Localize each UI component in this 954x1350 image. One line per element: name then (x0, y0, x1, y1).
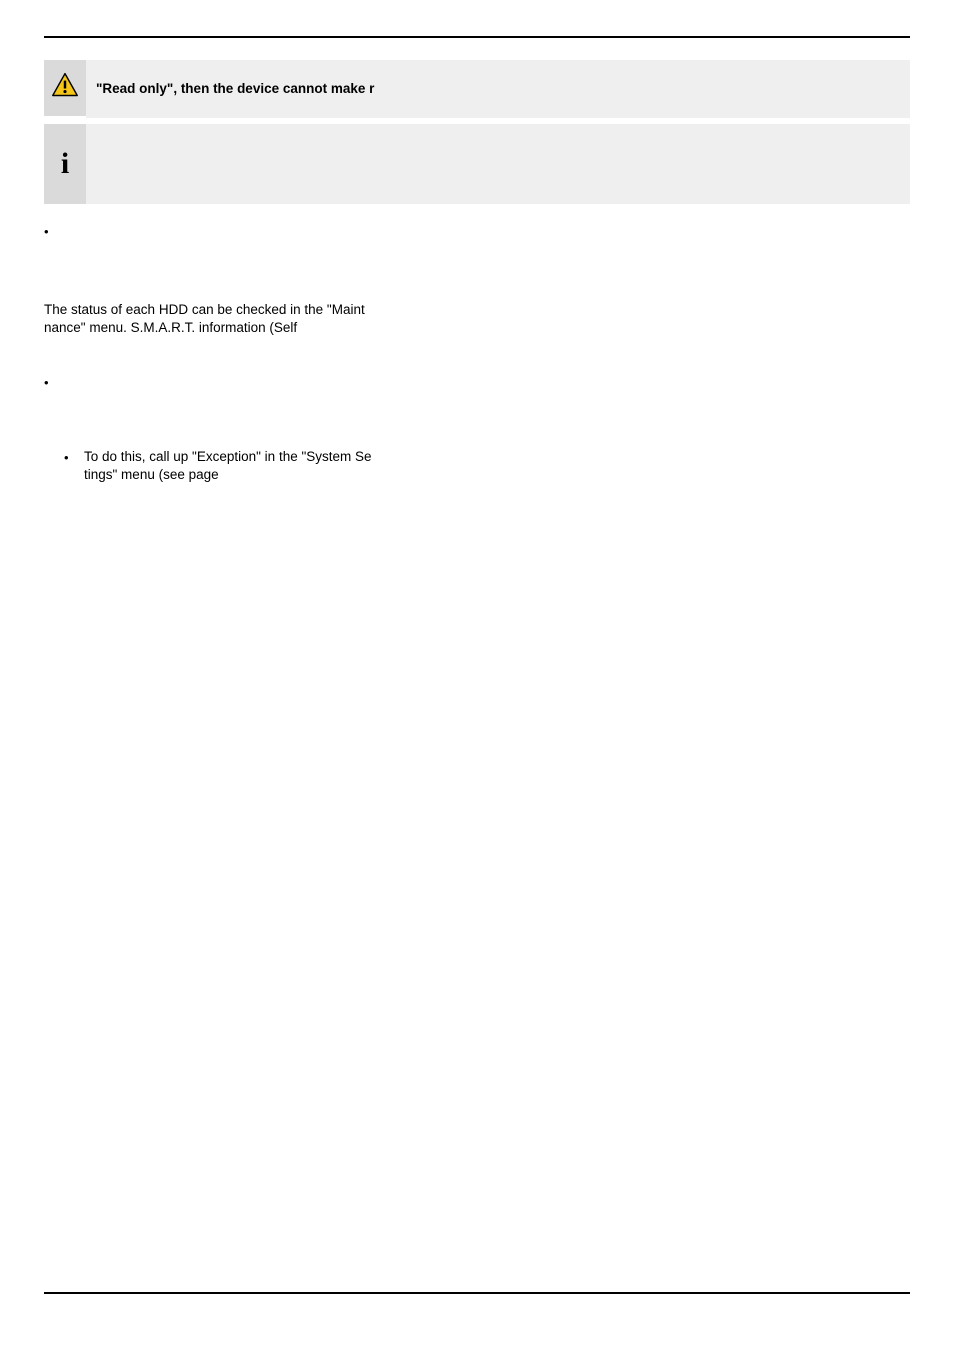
bullet-item-3: • To do this, call up "Exception" in the… (44, 448, 464, 484)
paragraph-1-line-2: nance" menu. S.M.A.R.T. information (Sel… (44, 319, 464, 337)
info-icon: i (61, 144, 69, 185)
bullet-section-1: • (44, 222, 464, 241)
top-horizontal-rule (44, 36, 910, 38)
bullet-3-line-2: tings" menu (see page (84, 466, 372, 484)
bullet-3-line-1: To do this, call up "Exception" in the "… (84, 448, 372, 466)
info-icon-cell: i (44, 124, 86, 204)
bullet-item-2: • (44, 373, 464, 392)
warning-note-row: "Read only", then the device cannot make… (44, 60, 910, 118)
info-note-row: i (44, 124, 910, 204)
bullet-marker: • (44, 373, 64, 392)
bullet-section-2: • (44, 373, 464, 392)
bullet-section-3: • To do this, call up "Exception" in the… (44, 448, 464, 484)
warning-triangle-icon (51, 71, 79, 104)
paragraph-1: The status of each HDD can be checked in… (44, 301, 464, 337)
paragraph-1-line-1: The status of each HDD can be checked in… (44, 301, 464, 319)
bullet-item-1: • (44, 222, 464, 241)
bullet-marker: • (64, 448, 84, 467)
bottom-horizontal-rule (44, 1292, 910, 1294)
info-note-content (86, 124, 910, 204)
warning-note-content: "Read only", then the device cannot make… (86, 60, 910, 118)
warning-icon-cell (44, 60, 86, 116)
bullet-3-content: To do this, call up "Exception" in the "… (84, 448, 372, 484)
warning-note-text: "Read only", then the device cannot make… (96, 80, 374, 98)
bullet-marker: • (44, 222, 64, 241)
